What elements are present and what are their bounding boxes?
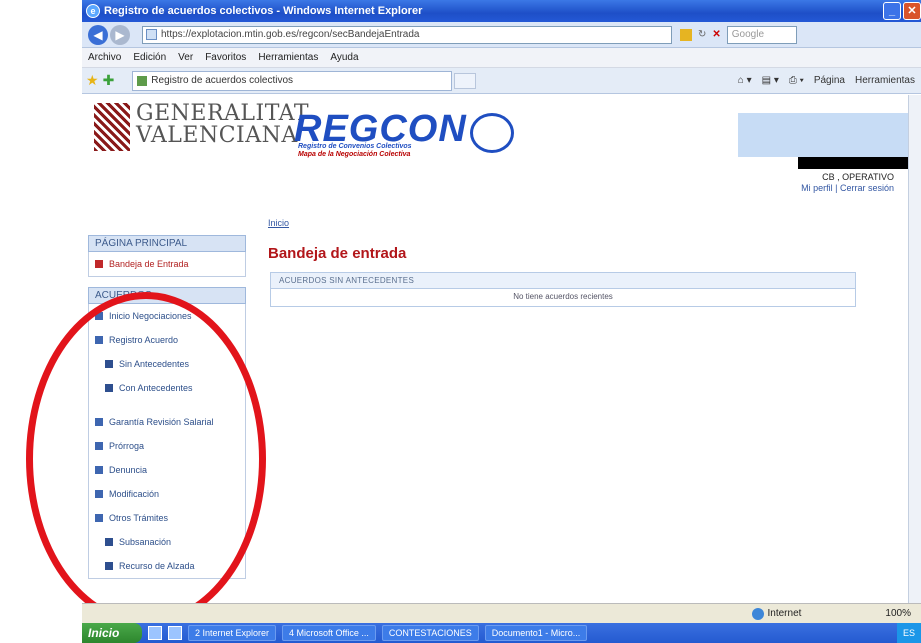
search-input[interactable]: Google bbox=[726, 25, 797, 44]
system-tray: ES bbox=[896, 623, 921, 643]
vertical-scrollbar[interactable] bbox=[908, 95, 921, 603]
favorites-star-icon[interactable]: ★ bbox=[86, 72, 99, 89]
page-menu[interactable]: Página bbox=[814, 75, 845, 86]
new-tab-button[interactable] bbox=[454, 72, 477, 89]
user-links: Mi perfil | Cerrar sesión bbox=[801, 183, 894, 193]
breadcrumb[interactable]: Inicio bbox=[268, 218, 289, 228]
tools-menu[interactable]: Herramientas bbox=[855, 75, 915, 86]
status-bar: Internet 100% bbox=[82, 603, 921, 623]
internet-globe-icon bbox=[751, 607, 764, 620]
home-icon[interactable]: ⌂ ▾ bbox=[738, 75, 752, 86]
tab-bar: ★ ✚ Registro de acuerdos colectivos ⌂ ▾ … bbox=[82, 68, 921, 94]
task-contestaciones[interactable]: CONTESTACIONES bbox=[381, 625, 479, 641]
menu-edit[interactable]: Edición bbox=[133, 52, 166, 63]
page-icon bbox=[146, 28, 157, 40]
print-icon[interactable]: ⎙ ▾ bbox=[789, 75, 804, 86]
page-title: Bandeja de entrada bbox=[268, 245, 407, 262]
ie-icon: e bbox=[86, 4, 100, 18]
tab-label: Registro de acuerdos colectivos bbox=[151, 74, 294, 86]
sidebar-main-box: Bandeja de Entrada bbox=[88, 252, 246, 277]
profile-link[interactable]: Mi perfil bbox=[801, 183, 833, 193]
url-text: https://explotacion.mtin.gob.es/regcon/s… bbox=[161, 28, 420, 40]
close-button[interactable]: ✕ bbox=[903, 2, 921, 20]
header-banner bbox=[738, 113, 908, 157]
generalitat-logo-icon bbox=[94, 103, 130, 151]
gv-line1: GENERALITAT bbox=[136, 101, 310, 126]
url-input[interactable]: https://explotacion.mtin.gob.es/regcon/s… bbox=[142, 25, 672, 44]
regcon-subtitle-1: Registro de Convenios Colectivos bbox=[298, 143, 412, 150]
menu-favorites[interactable]: Favoritos bbox=[205, 52, 246, 63]
minimize-button[interactable]: _ bbox=[883, 2, 901, 20]
redacted-username bbox=[798, 157, 908, 169]
stop-icon[interactable]: ✕ bbox=[712, 29, 720, 40]
zone-label: Internet bbox=[767, 608, 802, 619]
sidebar-section-main: PÁGINA PRINCIPAL bbox=[88, 235, 246, 252]
zoom-level[interactable]: 100% bbox=[885, 608, 911, 619]
taskbar: Inicio 2 Internet Explorer 4 Microsoft O… bbox=[82, 623, 921, 643]
menu-tools[interactable]: Herramientas bbox=[258, 52, 318, 63]
forward-button[interactable]: ▶ bbox=[110, 24, 130, 45]
table-header: ACUERDOS SIN ANTECEDENTES bbox=[271, 273, 855, 289]
lock-icon[interactable] bbox=[680, 28, 692, 41]
sidebar-item-label: Bandeja de Entrada bbox=[109, 259, 189, 269]
window-titlebar: e Registro de acuerdos colectivos - Wind… bbox=[82, 0, 921, 22]
annotation-circle bbox=[26, 292, 266, 626]
quicklaunch-desktop-icon[interactable] bbox=[168, 626, 182, 640]
logout-link[interactable]: Cerrar sesión bbox=[840, 183, 894, 193]
menu-file[interactable]: Archivo bbox=[88, 52, 121, 63]
inbox-bullet-icon bbox=[95, 260, 103, 268]
back-button[interactable]: ◀ bbox=[88, 24, 108, 45]
menu-view[interactable]: Ver bbox=[178, 52, 193, 63]
sidebar-item-inbox[interactable]: Bandeja de Entrada bbox=[89, 252, 245, 276]
start-button[interactable]: Inicio bbox=[82, 623, 142, 643]
tab-favicon-icon bbox=[137, 75, 148, 86]
task-office[interactable]: 4 Microsoft Office ... bbox=[282, 625, 376, 641]
security-zone: Internet bbox=[751, 607, 802, 620]
feeds-icon[interactable]: ▤ ▾ bbox=[762, 75, 779, 86]
screen: e Registro de acuerdos colectivos - Wind… bbox=[0, 0, 921, 643]
tab-registro[interactable]: Registro de acuerdos colectivos bbox=[132, 70, 453, 91]
regcon-subtitle-2: Mapa de la Negociación Colectiva bbox=[298, 151, 411, 158]
address-bar: ◀ ▶ https://explotacion.mtin.gob.es/regc… bbox=[82, 22, 921, 48]
address-tools: ↻ ✕ Google bbox=[680, 25, 797, 44]
window-title: Registro de acuerdos colectivos - Window… bbox=[104, 5, 423, 17]
quicklaunch-ie-icon[interactable] bbox=[148, 626, 162, 640]
window-controls: _ ✕ bbox=[883, 2, 921, 20]
globe-icon bbox=[470, 113, 514, 153]
gv-line2: VALENCIANA bbox=[136, 123, 298, 148]
menu-bar: Archivo Edición Ver Favoritos Herramient… bbox=[82, 48, 921, 68]
add-favorite-icon[interactable]: ✚ bbox=[103, 72, 115, 89]
refresh-icon[interactable]: ↻ bbox=[698, 29, 706, 40]
table-row-empty: No tiene acuerdos recientes bbox=[513, 292, 613, 301]
agreements-table: ACUERDOS SIN ANTECEDENTES No tiene acuer… bbox=[270, 272, 856, 307]
generalitat-wordmark: GENERALITAT VALENCIANA bbox=[136, 103, 309, 147]
command-bar: ⌂ ▾ ▤ ▾ ⎙ ▾ Página Herramientas bbox=[738, 75, 915, 86]
task-internet-explorer[interactable]: 2 Internet Explorer bbox=[188, 625, 277, 641]
user-role: CB , OPERATIVO bbox=[822, 172, 894, 182]
task-documento[interactable]: Documento1 - Micro... bbox=[484, 625, 588, 641]
menu-help[interactable]: Ayuda bbox=[330, 52, 358, 63]
